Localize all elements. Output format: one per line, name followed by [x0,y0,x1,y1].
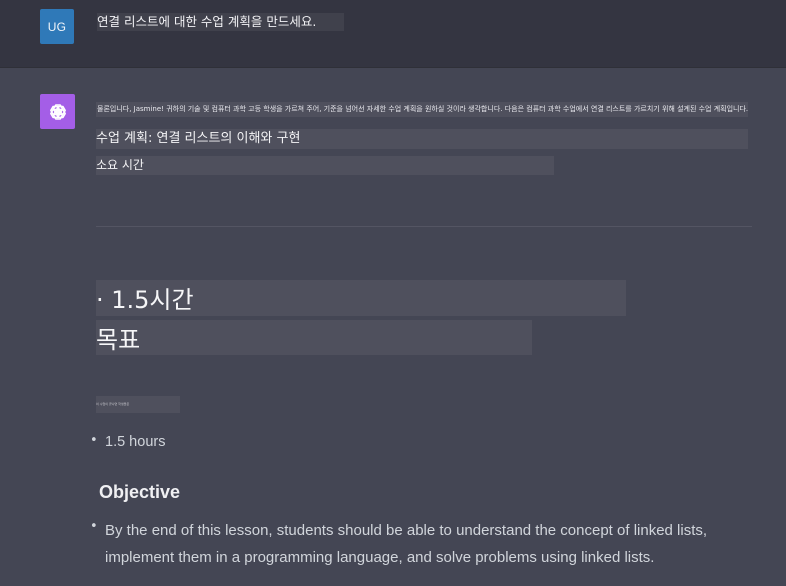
bullet-marker: • [90,519,98,534]
objective-list-item: By the end of this lesson, students shou… [105,522,708,566]
objective-heading: Objective [99,482,181,502]
assistant-intro-text: 물론입니다, Jasmine! 귀하의 기술 및 컴퓨터 과학 고등 학생을 가… [96,102,748,117]
bullet-marker: • [90,433,98,448]
objective-large-heading: 목표 [96,320,532,355]
section-divider [96,226,752,227]
openai-logo-icon [40,94,75,129]
lesson-plan-heading: 수업 계획: 연결 리스트의 이해와 구현 [96,129,748,149]
duration-large-text: · 1.5시간 [96,280,626,316]
user-message-text: 연결 리스트에 대한 수업 계획을 만드세요. [97,13,344,31]
duration-heading: 소요 시간 [96,156,554,175]
duration-list-item: 1.5 hours [105,434,166,450]
user-avatar: UG [40,9,74,44]
user-message-row: UG 연결 리스트에 대한 수업 계획을 만드세요. [0,0,786,68]
tiny-korean-text: 이 수업이 끝나면 학생들은 [96,396,180,413]
